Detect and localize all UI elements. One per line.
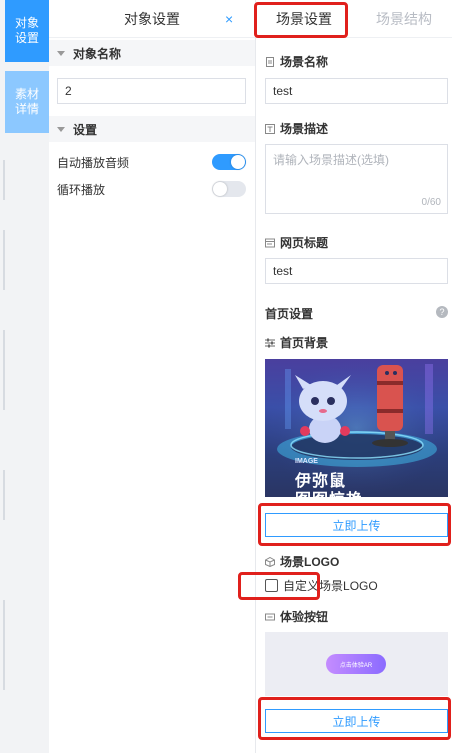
toggle-knob	[231, 155, 245, 169]
label-text: 场景名称	[280, 55, 329, 69]
close-icon[interactable]: ×	[225, 11, 233, 27]
char-counter: 0/60	[421, 197, 441, 208]
desc-placeholder: 请输入场景描述(选填)	[273, 153, 389, 167]
faint-edge-mark	[3, 470, 5, 520]
label-text: 网页标题	[280, 236, 329, 250]
highlight-box-scene-tab	[254, 2, 348, 38]
sliders-icon	[265, 338, 275, 347]
help-icon[interactable]: ?	[436, 306, 448, 318]
panel-title: 对象设置	[124, 10, 180, 27]
object-settings-panel: 对象设置 × 对象名称 2 设置 自动播放音频 循环播放	[49, 0, 256, 753]
object-name-input[interactable]: 2	[57, 78, 246, 104]
section-title: 对象名称	[73, 46, 122, 61]
caret-down-icon	[57, 126, 65, 132]
experience-button-preview: 点击体验AR	[265, 632, 448, 696]
scene-name-input[interactable]: test	[265, 78, 448, 104]
highlight-box-upload-2	[258, 697, 451, 740]
tab-material-details[interactable]: 素材详情	[5, 71, 49, 133]
section-header-settings[interactable]: 设置	[49, 116, 255, 142]
text-edit-icon	[265, 123, 275, 134]
experience-button-sample: 点击体验AR	[326, 654, 386, 674]
section-header-object-name[interactable]: 对象名称	[49, 40, 255, 66]
label-text: 首页背景	[280, 336, 329, 350]
label-text: 场景描述	[280, 122, 329, 136]
left-tab-bar: 对象设置 素材详情	[0, 0, 49, 753]
faint-edge-mark	[3, 230, 5, 290]
scene-logo-label: 场景LOGO	[265, 553, 339, 570]
experience-button-label: 体验按钮	[265, 608, 328, 625]
page-title-value: test	[273, 264, 293, 278]
home-bg-label: 首页背景	[265, 334, 328, 351]
tab-label: 对象设置	[14, 16, 39, 45]
panel-header: 对象设置 ×	[49, 0, 255, 38]
home-settings-heading: 首页设置	[265, 307, 314, 321]
object-name-value: 2	[65, 84, 72, 98]
tab-object-settings[interactable]: 对象设置	[5, 0, 49, 62]
home-background-artwork	[265, 359, 448, 497]
scene-name-value: test	[273, 84, 293, 98]
tab-label: 素材详情	[14, 87, 39, 116]
artwork-caption-large-2: 图图惊艳	[295, 486, 363, 497]
label-text: 场景LOGO	[280, 555, 340, 569]
faint-edge-mark	[3, 330, 5, 410]
setting-label-autoplay: 自动播放音频	[57, 156, 130, 170]
tab-scene-structure[interactable]: 场景结构	[358, 2, 450, 36]
page-title-label: 网页标题	[265, 234, 328, 251]
button-icon	[265, 613, 275, 620]
caret-down-icon	[57, 50, 65, 56]
label-text: 体验按钮	[280, 610, 329, 624]
scene-desc-textarea[interactable]: 请输入场景描述(选填) 0/60	[265, 144, 448, 214]
highlight-box-upload-1	[258, 503, 451, 546]
cube-icon	[265, 556, 275, 567]
section-title: 设置	[73, 122, 98, 137]
scene-desc-label: 场景描述	[265, 120, 328, 137]
document-icon	[266, 56, 274, 67]
autoplay-audio-toggle[interactable]	[212, 154, 246, 170]
faint-edge-mark	[3, 160, 5, 200]
highlight-box-custom-logo	[238, 572, 320, 600]
loop-play-toggle[interactable]	[212, 181, 246, 197]
page-title-input[interactable]: test	[265, 258, 448, 284]
scene-settings-panel: 场景设置 场景结构 场景名称 test 场景描述 请输入场景描述(选填) 0/6…	[256, 0, 452, 753]
faint-edge-mark	[3, 600, 5, 690]
artwork-caption-small: IMAGE	[295, 458, 318, 465]
setting-label-loop: 循环播放	[57, 183, 106, 197]
toggle-knob	[213, 182, 227, 196]
scene-name-label: 场景名称	[265, 53, 328, 70]
browser-icon	[265, 238, 275, 247]
home-background-preview: IMAGE 伊弥鼠 图图惊艳	[265, 359, 448, 497]
checkbox-label-suffix: 场景LOGO	[319, 579, 378, 593]
